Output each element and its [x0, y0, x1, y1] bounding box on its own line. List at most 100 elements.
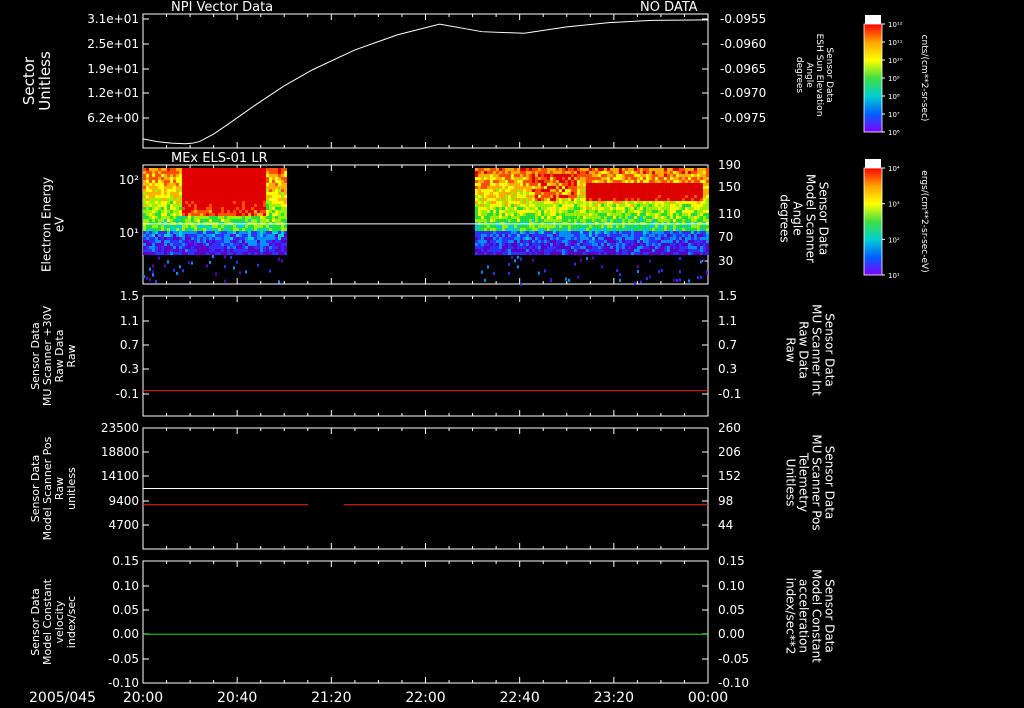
heatmap-cell	[191, 240, 194, 243]
heatmap-cell	[663, 231, 667, 234]
heatmap-cell	[522, 231, 526, 234]
heatmap-cell	[239, 237, 242, 240]
heatmap-cell	[498, 177, 502, 180]
heatmap-cell	[278, 240, 281, 243]
heatmap-cell	[696, 234, 700, 237]
y-tick-label-right: 190	[718, 158, 741, 172]
heatmap-cell	[705, 183, 709, 186]
heatmap-cell	[543, 240, 547, 243]
heatmap-cell	[558, 210, 562, 213]
heatmap-cell	[155, 231, 158, 234]
heatmap-cell	[236, 240, 239, 243]
heatmap-cell	[230, 249, 233, 252]
heatmap-cell	[627, 189, 631, 192]
y-tick-label-right: 150	[718, 180, 741, 194]
heatmap-cell	[200, 174, 203, 177]
heatmap-cell	[540, 177, 544, 180]
heatmap-cell	[558, 198, 562, 201]
heatmap-cell	[224, 249, 227, 252]
heatmap-cell	[597, 249, 601, 252]
heatmap-cell	[233, 225, 236, 228]
heatmap-cell	[555, 210, 559, 213]
heatmap-cell	[651, 201, 655, 204]
heatmap-cell	[161, 231, 164, 234]
heatmap-cell	[161, 204, 164, 207]
heatmap-cell	[660, 219, 664, 222]
heatmap-cell	[567, 278, 570, 282]
heatmap-cell	[528, 237, 532, 240]
heatmap-cell	[483, 192, 487, 195]
heatmap-cell	[161, 225, 164, 228]
heatmap-cell	[672, 213, 676, 216]
heatmap-cell	[272, 207, 275, 210]
heatmap-cell	[672, 252, 676, 255]
heatmap-cell	[501, 180, 505, 183]
heatmap-cell	[477, 219, 481, 222]
heatmap-cell	[591, 174, 595, 177]
heatmap-cell	[522, 228, 526, 231]
heatmap-cell	[477, 243, 481, 246]
heatmap-cell	[215, 204, 218, 207]
heatmap-cell	[534, 198, 538, 201]
heatmap-cell	[666, 195, 670, 198]
heatmap-cell	[236, 207, 239, 210]
heatmap-cell	[576, 189, 580, 192]
heatmap-cell	[486, 240, 490, 243]
heatmap-cell	[654, 249, 658, 252]
y-axis-label-right: Sensor Data	[823, 446, 837, 520]
heatmap-cell	[239, 174, 242, 177]
heatmap-cell	[651, 168, 655, 171]
heatmap-cell	[654, 168, 658, 171]
heatmap-cell	[522, 177, 526, 180]
heatmap-cell	[266, 213, 269, 216]
heatmap-cell	[657, 228, 661, 231]
heatmap-cell	[669, 252, 673, 255]
heatmap-cell	[537, 210, 541, 213]
heatmap-cell	[477, 183, 481, 186]
heatmap-cell	[561, 240, 565, 243]
heatmap-cell	[597, 225, 601, 228]
heatmap-cell	[152, 228, 155, 231]
heatmap-cell	[215, 243, 218, 246]
heatmap-cell	[552, 219, 556, 222]
heatmap-cell	[660, 192, 664, 195]
heatmap-cell	[633, 219, 637, 222]
heatmap-cell	[585, 249, 589, 252]
heatmap-cell	[483, 231, 487, 234]
heatmap-cell	[200, 198, 203, 201]
heatmap-cell	[651, 195, 655, 198]
heatmap-cell	[699, 276, 702, 280]
heatmap-cell	[600, 216, 604, 219]
heatmap-cell	[143, 174, 146, 177]
heatmap-cell	[702, 219, 706, 222]
heatmap-cell	[645, 198, 649, 201]
heatmap-cell	[576, 198, 580, 201]
heatmap-cell	[206, 201, 209, 204]
heatmap-cell	[684, 192, 688, 195]
heatmap-cell	[266, 177, 269, 180]
heatmap-cell	[149, 219, 152, 222]
heatmap-cell	[666, 183, 670, 186]
heatmap-cell	[501, 186, 505, 189]
heatmap-cell	[642, 192, 646, 195]
heatmap-cell	[495, 168, 499, 171]
heatmap-cell	[672, 168, 676, 171]
heatmap-cell	[176, 204, 179, 207]
heatmap-cell	[705, 171, 709, 174]
heatmap-cell	[657, 189, 661, 192]
heatmap-cell	[705, 225, 709, 228]
heatmap-cell	[549, 189, 553, 192]
heatmap-cell	[645, 240, 649, 243]
heatmap-cell	[215, 192, 218, 195]
heatmap-cell	[152, 210, 155, 213]
heatmap-cell	[561, 198, 565, 201]
heatmap-cell	[188, 192, 191, 195]
heatmap-cell	[666, 231, 670, 234]
heatmap-cell	[600, 246, 604, 249]
heatmap-cell	[209, 189, 212, 192]
heatmap-cell	[537, 174, 541, 177]
heatmap-cell	[143, 237, 146, 240]
heatmap-cell	[284, 204, 287, 207]
heatmap-cell	[284, 249, 287, 252]
heatmap-cell	[206, 168, 209, 171]
